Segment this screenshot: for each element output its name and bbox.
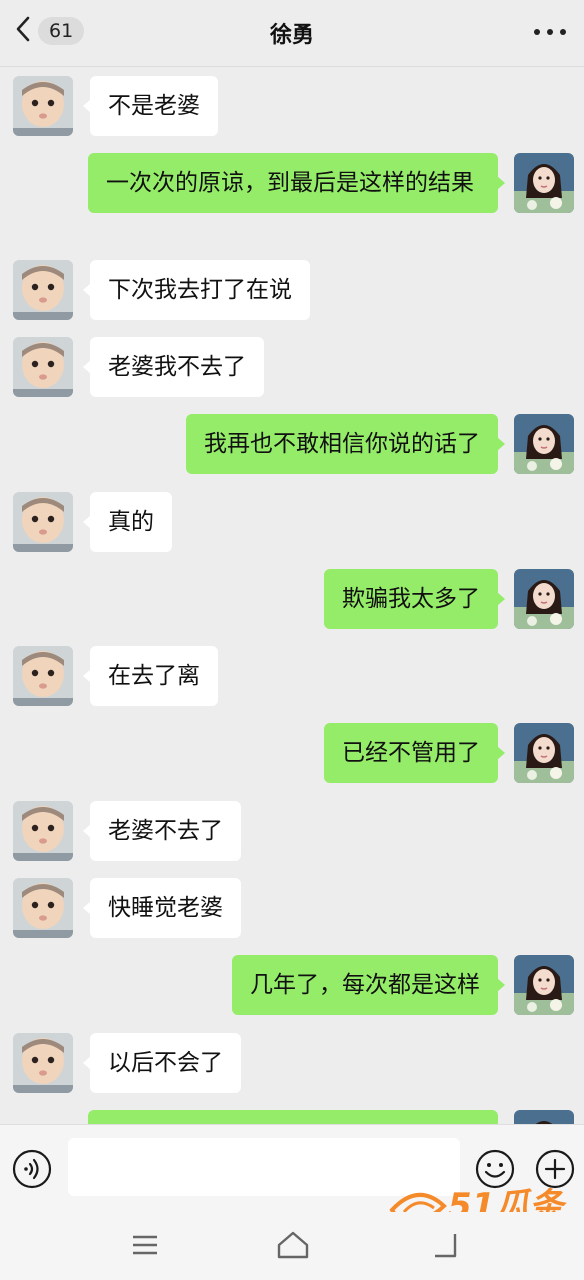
my-avatar[interactable] — [514, 414, 574, 474]
message-bubble[interactable]: 不是老婆 — [83, 76, 218, 136]
chat-header: 61 徐勇 — [0, 0, 584, 67]
home-icon — [277, 1231, 309, 1259]
message-bubble[interactable]: 在去了离 — [83, 646, 218, 706]
message-text: 已经不管用了 — [342, 740, 480, 766]
message-text: 下次我去打了在说 — [108, 277, 292, 303]
message-text: 真的 — [108, 509, 154, 535]
message-list[interactable]: 不是老婆 一次次的原谅，到最后是这样的结果 下次我去打了在说 老婆我不去了 我再… — [0, 66, 584, 1124]
contact-avatar[interactable] — [13, 492, 73, 552]
voice-button[interactable] — [12, 1149, 52, 1189]
contact-avatar[interactable] — [13, 337, 73, 397]
message-text: 欺骗我太多了 — [342, 586, 480, 612]
message-bubble[interactable] — [88, 1110, 498, 1124]
contact-avatar[interactable] — [13, 1033, 73, 1093]
chat-title: 徐勇 — [269, 23, 314, 48]
my-avatar[interactable] — [514, 955, 574, 1015]
message-text: 以后不会了 — [108, 1050, 223, 1076]
message-bubble[interactable]: 欺骗我太多了 — [324, 569, 505, 629]
message-bubble[interactable]: 老婆不去了 — [83, 801, 241, 861]
contact-avatar[interactable] — [13, 76, 73, 136]
contact-avatar[interactable] — [13, 260, 73, 320]
message-text: 快睡觉老婆 — [108, 895, 223, 921]
my-avatar[interactable] — [514, 153, 574, 213]
message-text: 在去了离 — [108, 663, 200, 689]
message-text: 老婆我不去了 — [108, 354, 246, 380]
system-nav-bar — [0, 1212, 584, 1280]
more-options-button[interactable] — [534, 22, 566, 42]
contact-avatar[interactable] — [13, 878, 73, 938]
menu-icon — [133, 1235, 157, 1255]
message-bubble[interactable]: 真的 — [83, 492, 172, 552]
message-text: 老婆不去了 — [108, 818, 223, 844]
message-bubble[interactable]: 以后不会了 — [83, 1033, 241, 1093]
message-text: 不是老婆 — [108, 93, 200, 119]
nav-menu-button[interactable] — [127, 1228, 163, 1262]
message-bubble[interactable]: 一次次的原谅，到最后是这样的结果 — [88, 153, 505, 213]
message-text: 我再也不敢相信你说的话了 — [204, 431, 480, 457]
message-text: 几年了，每次都是这样 — [250, 972, 480, 998]
my-avatar[interactable] — [514, 569, 574, 629]
message-bubble[interactable]: 几年了，每次都是这样 — [232, 955, 505, 1015]
my-avatar[interactable] — [514, 723, 574, 783]
back-icon — [435, 1234, 457, 1258]
contact-avatar[interactable] — [13, 646, 73, 706]
message-bubble[interactable]: 老婆我不去了 — [83, 337, 264, 397]
contact-avatar[interactable] — [13, 801, 73, 861]
message-bubble[interactable]: 已经不管用了 — [324, 723, 505, 783]
message-bubble[interactable]: 我再也不敢相信你说的话了 — [186, 414, 505, 474]
message-text: 一次次的原谅，到最后是这样的结果 — [106, 170, 474, 196]
message-bubble[interactable]: 快睡觉老婆 — [83, 878, 241, 938]
nav-home-button[interactable] — [275, 1228, 311, 1262]
message-bubble[interactable]: 下次我去打了在说 — [83, 260, 310, 320]
more-dots-icon — [534, 29, 540, 35]
nav-back-button[interactable] — [427, 1228, 463, 1262]
voice-icon — [12, 1149, 52, 1189]
my-avatar[interactable] — [514, 1110, 574, 1124]
